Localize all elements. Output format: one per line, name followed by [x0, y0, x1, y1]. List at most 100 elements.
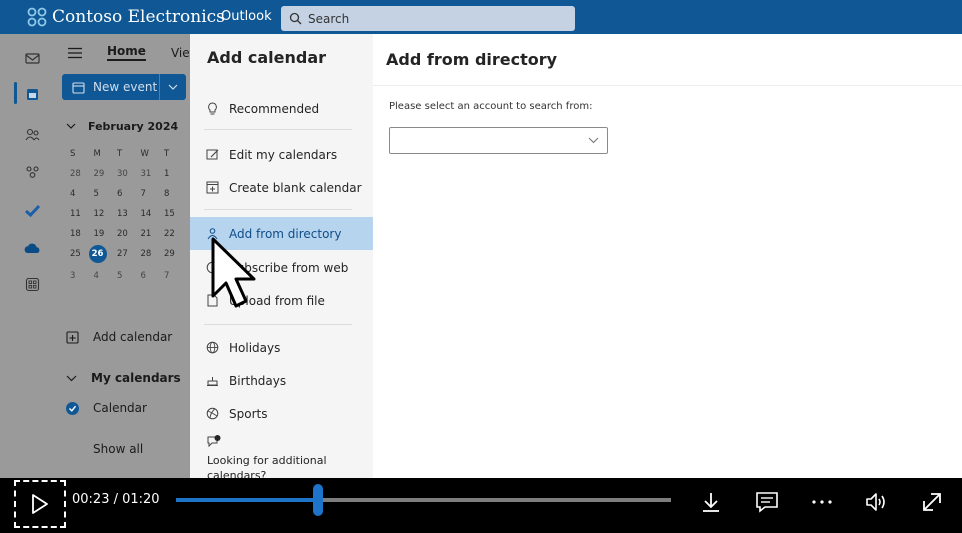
mini-calendar-day[interactable]: 14 [141, 207, 165, 221]
search-icon [289, 12, 302, 25]
more-options-button[interactable] [808, 488, 836, 516]
mini-calendar-day[interactable]: 21 [141, 227, 165, 241]
mini-calendar-day[interactable]: 15 [164, 207, 188, 221]
checkmark-icon[interactable] [66, 401, 79, 415]
edit-icon [206, 149, 219, 160]
mouse-cursor-icon [211, 237, 256, 308]
brand-logo-icon [27, 7, 47, 27]
play-button[interactable] [14, 480, 66, 528]
top-bar: Contoso Electronics Outlook Search [0, 0, 962, 34]
chevron-down-icon [168, 84, 178, 90]
progress-thumb[interactable] [313, 484, 324, 516]
brand: Contoso Electronics [26, 6, 225, 28]
rail-todo[interactable] [20, 198, 44, 222]
mini-calendar-day[interactable]: 11 [70, 207, 94, 221]
menu-holidays[interactable]: Holidays [190, 331, 373, 364]
chevron-down-icon [588, 137, 599, 144]
mini-calendar-day[interactable]: 19 [94, 227, 118, 241]
hamburger-icon[interactable] [68, 47, 82, 59]
more-icon [812, 500, 832, 504]
mini-calendar-day[interactable]: 3 [70, 269, 94, 283]
captions-button[interactable] [753, 488, 781, 516]
mini-calendar-day[interactable]: 8 [164, 187, 188, 201]
groups-icon [25, 165, 39, 178]
menu-edit-my-calendars[interactable]: Edit my calendars [190, 138, 373, 171]
new-event-label: New event [93, 80, 158, 94]
mini-calendar-day[interactable]: 12 [94, 207, 118, 221]
mini-calendar-day[interactable]: 20 [117, 227, 141, 241]
rail-calendar[interactable] [20, 82, 44, 106]
add-calendar-nav-item[interactable]: Add calendar [66, 330, 172, 344]
account-select-dropdown[interactable] [389, 127, 608, 154]
mini-calendar-day[interactable]: 4 [94, 269, 118, 283]
search-input[interactable]: Search [281, 6, 575, 31]
mini-calendar-day[interactable]: 27 [117, 247, 141, 261]
rail-onedrive[interactable] [20, 236, 44, 260]
mini-calendar-day[interactable]: 26 [88, 245, 107, 263]
menu-divider [204, 129, 352, 130]
people-icon [25, 128, 39, 140]
mini-calendar-day[interactable]: 4 [70, 187, 94, 201]
mini-calendar-day[interactable]: 13 [117, 207, 141, 221]
mini-calendar-day[interactable]: 29 [94, 167, 118, 181]
volume-button[interactable] [862, 488, 890, 516]
menu-birthdays-label: Birthdays [229, 373, 287, 388]
menu-recommended[interactable]: Recommended [190, 92, 373, 125]
menu-create-blank-calendar[interactable]: Create blank calendar [190, 171, 373, 204]
new-event-main[interactable]: New event [62, 74, 160, 100]
add-from-directory-pane: Add from directory Please select an acco… [373, 34, 962, 478]
calendar-list-item[interactable]: Calendar [66, 401, 147, 415]
mini-calendar-day[interactable]: 18 [70, 227, 94, 241]
chevron-down-icon [66, 123, 76, 129]
calendar-icon [26, 88, 38, 100]
volume-icon [866, 493, 885, 511]
calendar-add-icon [206, 181, 219, 194]
mini-calendar-day[interactable]: 31 [141, 167, 165, 181]
my-calendars-group[interactable]: My calendars [66, 371, 181, 385]
tab-home[interactable]: Home [107, 44, 146, 61]
weekday-label: T [164, 149, 170, 159]
globe-icon [206, 341, 219, 354]
mini-calendar-day[interactable]: 30 [117, 167, 141, 181]
menu-holidays-label: Holidays [229, 340, 281, 355]
mini-calendar-header[interactable]: February 2024 [66, 120, 178, 133]
rail-apps[interactable] [20, 272, 44, 296]
weekday-label: T [117, 149, 123, 159]
menu-birthdays[interactable]: Birthdays [190, 364, 373, 397]
mini-calendar-day[interactable]: 29 [164, 247, 188, 261]
mini-calendar-day[interactable]: 6 [117, 187, 141, 201]
rail-groups[interactable] [20, 160, 44, 184]
mini-calendar-day[interactable]: 22 [164, 227, 188, 241]
rail-mail[interactable] [20, 46, 44, 70]
mini-calendar-day[interactable]: 6 [141, 269, 165, 283]
chat-info-icon [207, 435, 221, 448]
mini-calendar-day[interactable]: 1 [164, 167, 188, 181]
new-event-dropdown[interactable] [160, 84, 186, 91]
menu-recommended-label: Recommended [229, 101, 320, 116]
mini-calendar-day[interactable]: 5 [94, 187, 118, 201]
video-player-controls: 00:23 / 01:20 [0, 478, 962, 533]
mini-calendar-day[interactable]: 7 [141, 187, 165, 201]
time-display: 00:23 / 01:20 [72, 492, 160, 507]
progress-bar[interactable] [176, 484, 671, 516]
new-event-button[interactable]: New event [62, 74, 186, 100]
calendar-add-icon [66, 330, 79, 344]
menu-sports[interactable]: Sports [190, 397, 373, 430]
fullscreen-button[interactable] [918, 488, 946, 516]
progress-fill [176, 498, 319, 502]
looking-for-calendars-text[interactable]: Looking for additional calendars? [207, 453, 357, 478]
download-button[interactable] [697, 488, 725, 516]
app-name[interactable]: Outlook [221, 9, 272, 24]
play-icon [32, 494, 48, 514]
month-label: February 2024 [88, 120, 179, 133]
fullscreen-icon [923, 493, 941, 511]
mini-calendar-day[interactable]: 28 [70, 167, 94, 181]
menu-create-label: Create blank calendar [229, 180, 362, 195]
rail-people[interactable] [20, 122, 44, 146]
captions-icon [756, 492, 778, 513]
mini-calendar-grid: S M T W T 28 29 30 31 1 4 5 6 7 8 11 12 13 14 15 18 19 20 21 22 2… [70, 147, 188, 283]
mini-calendar-day[interactable]: 28 [141, 247, 165, 261]
show-all-link[interactable]: Show all [93, 442, 143, 456]
mini-calendar-day[interactable]: 5 [117, 269, 141, 283]
mini-calendar-day[interactable]: 7 [164, 269, 188, 283]
